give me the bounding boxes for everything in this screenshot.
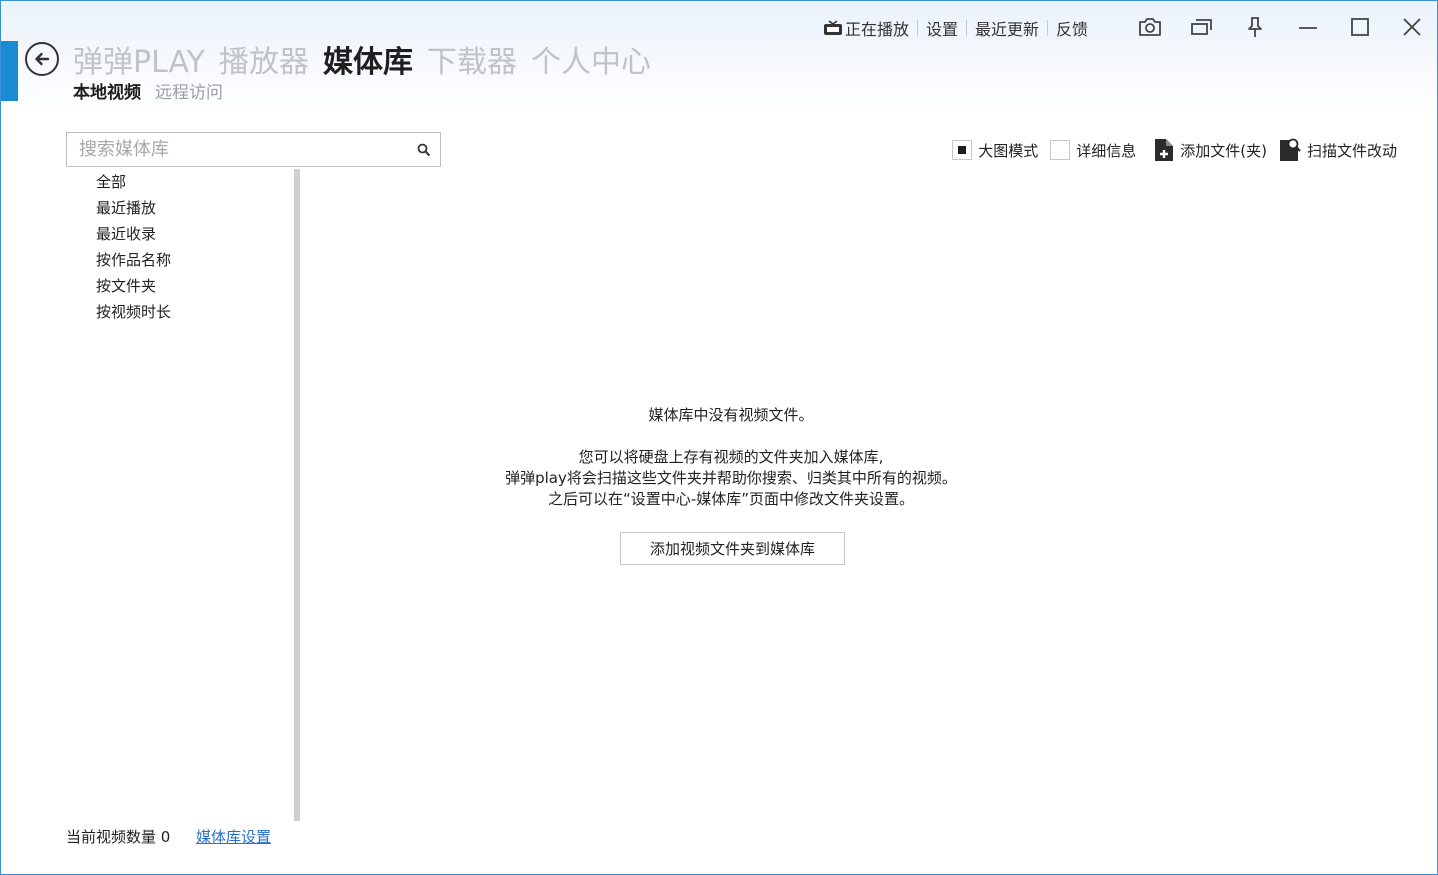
- screenshot-button[interactable]: [1135, 13, 1165, 41]
- search-icon[interactable]: [416, 142, 432, 158]
- mini-window-button[interactable]: [1187, 13, 1217, 41]
- minimize-icon: [1299, 27, 1317, 29]
- checked-mark: [958, 146, 967, 154]
- add-file-button[interactable]: 添加文件(夹): [1154, 138, 1267, 162]
- sidebar-scrollbar[interactable]: [294, 169, 300, 821]
- video-count-label: 当前视频数量 0: [66, 828, 171, 846]
- tab-player[interactable]: 播放器: [219, 37, 309, 81]
- empty-state: 媒体库中没有视频文件。 您可以将硬盘上存有视频的文件夹加入媒体库, 弹弹play…: [301, 405, 1161, 510]
- close-icon: [1403, 18, 1421, 36]
- sidebar-list: 全部 最近播放 最近收录 按作品名称 按文件夹 按视频时长: [96, 169, 171, 325]
- add-file-icon: [1155, 139, 1174, 161]
- subtab-local-video[interactable]: 本地视频: [73, 78, 141, 103]
- arrow-left-icon: [35, 52, 50, 66]
- tab-media-library[interactable]: 媒体库: [323, 37, 413, 81]
- empty-state-line: 之后可以在“设置中心-媒体库”页面中修改文件夹设置。: [548, 490, 914, 508]
- back-button[interactable]: [25, 42, 59, 76]
- sidebar-item-by-duration[interactable]: 按视频时长: [96, 299, 171, 325]
- detail-info-label: 详细信息: [1076, 141, 1137, 160]
- sidebar-item-recent-played[interactable]: 最近播放: [96, 195, 171, 221]
- sidebar-item-all[interactable]: 全部: [96, 169, 171, 195]
- top-links: 正在播放 设置 最近更新 反馈: [823, 17, 1088, 39]
- tab-user-center[interactable]: 个人中心: [531, 37, 651, 81]
- scan-changes-label: 扫描文件改动: [1306, 141, 1397, 160]
- subtab-remote-access[interactable]: 远程访问: [155, 78, 223, 103]
- tv-icon: [824, 20, 842, 35]
- minimize-button[interactable]: [1293, 13, 1323, 41]
- close-button[interactable]: [1397, 13, 1427, 41]
- media-library-settings-link[interactable]: 媒体库设置: [196, 826, 271, 847]
- empty-state-line: 弹弹play将会扫描这些文件夹并帮助你搜索、归类其中所有的视频。: [505, 469, 957, 487]
- divider: [966, 20, 968, 36]
- mini-window-icon: [1191, 19, 1212, 35]
- detail-info-checkbox[interactable]: [1050, 140, 1071, 160]
- feedback-link[interactable]: 反馈: [1056, 16, 1088, 40]
- sidebar-item-by-title[interactable]: 按作品名称: [96, 247, 171, 273]
- app-window: 弹弹PLAY 播放器 媒体库 下载器 个人中心 本地视频 远程访问 正在播放 设…: [0, 0, 1438, 875]
- scan-changes-button[interactable]: 扫描文件改动: [1279, 138, 1397, 162]
- maximize-button[interactable]: [1345, 13, 1375, 41]
- now-playing-link[interactable]: 正在播放: [823, 16, 909, 40]
- pin-icon: [1248, 17, 1262, 37]
- search-box: [66, 132, 441, 167]
- tab-danmaku-play[interactable]: 弹弹PLAY: [73, 37, 205, 81]
- accent-bar: [1, 41, 18, 101]
- library-toolbar: 大图模式 详细信息 添加文件(夹) 扫描文件改动: [952, 137, 1397, 163]
- maximize-icon: [1351, 18, 1369, 36]
- scan-file-icon: [1279, 138, 1301, 161]
- divider: [1047, 20, 1049, 36]
- empty-state-title: 媒体库中没有视频文件。: [648, 406, 814, 424]
- divider: [917, 20, 919, 36]
- add-file-label: 添加文件(夹): [1180, 141, 1267, 160]
- pin-button[interactable]: [1240, 13, 1270, 41]
- large-mode-label: 大图模式: [978, 141, 1039, 160]
- add-video-folder-button[interactable]: 添加视频文件夹到媒体库: [620, 532, 845, 565]
- recent-updates-link[interactable]: 最近更新: [975, 16, 1039, 40]
- empty-state-line: 您可以将硬盘上存有视频的文件夹加入媒体库,: [578, 448, 884, 466]
- settings-link[interactable]: 设置: [926, 16, 958, 40]
- sub-nav: 本地视频 远程访问: [73, 78, 223, 103]
- now-playing-label: 正在播放: [845, 20, 910, 39]
- main-nav: 弹弹PLAY 播放器 媒体库 下载器 个人中心: [73, 37, 651, 81]
- large-mode-checkbox[interactable]: [952, 140, 973, 160]
- sidebar-item-recent-added[interactable]: 最近收录: [96, 221, 171, 247]
- camera-icon: [1139, 18, 1161, 36]
- search-input[interactable]: [67, 133, 402, 166]
- sidebar-item-by-folder[interactable]: 按文件夹: [96, 273, 171, 299]
- tab-downloader[interactable]: 下载器: [427, 37, 517, 81]
